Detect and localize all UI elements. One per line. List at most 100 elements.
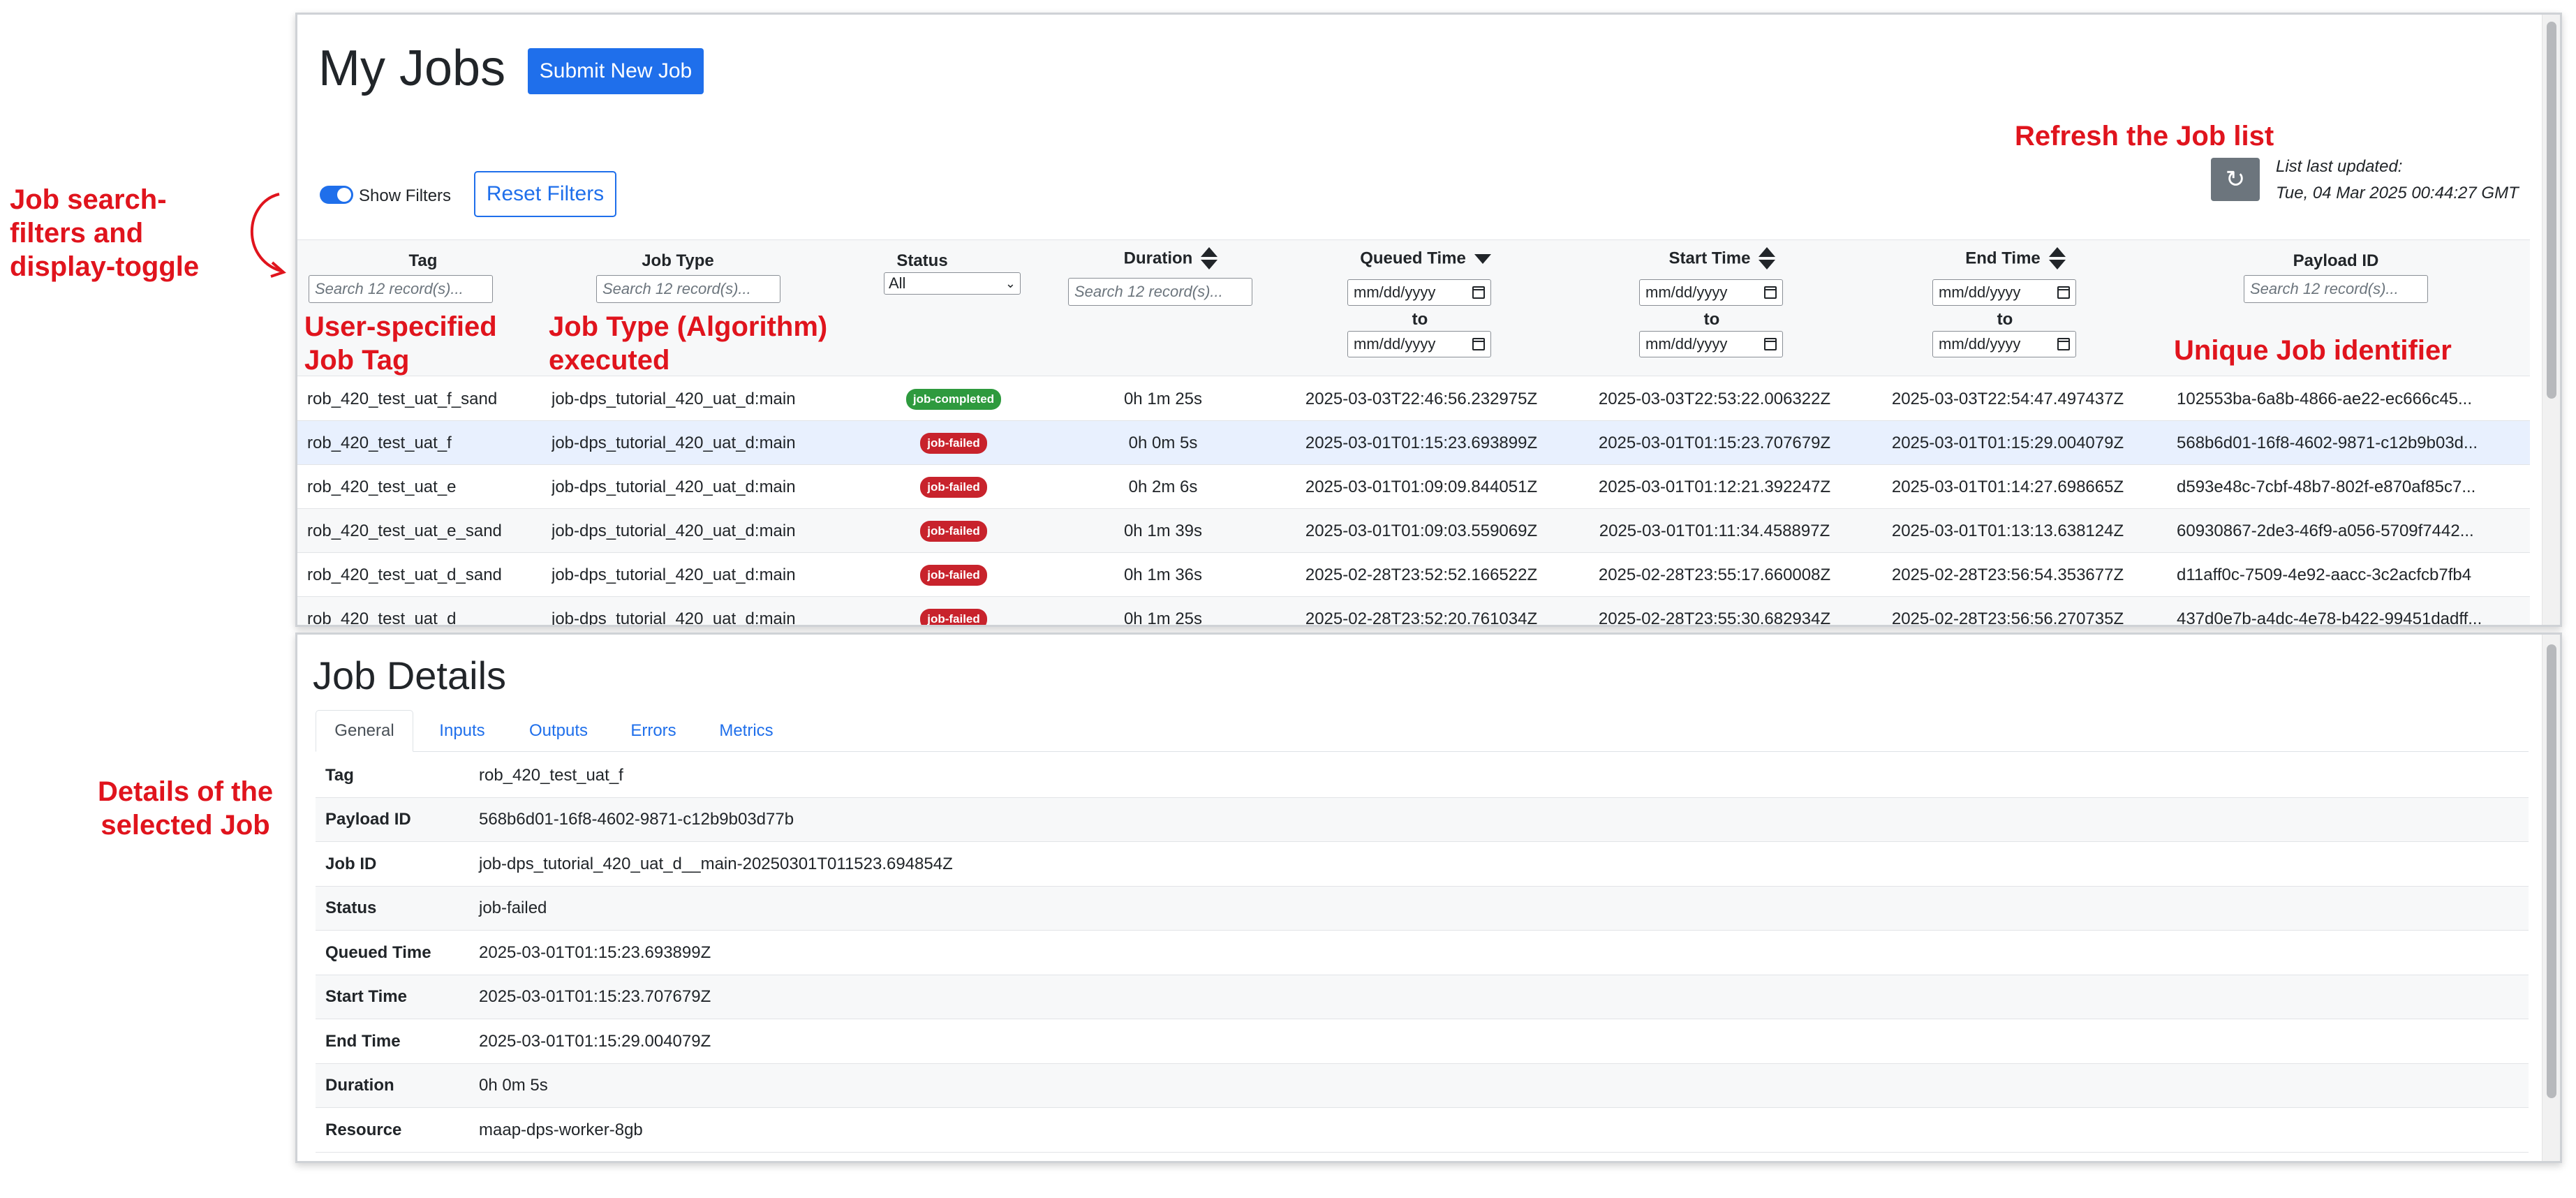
col-header-queued-label: Queued Time <box>1360 249 1466 268</box>
date-placeholder: mm/dd/yyyy <box>1645 283 1728 301</box>
row-tag: rob_420_test_uat_e <box>307 477 457 496</box>
annotation-payload: Unique Job identifier <box>2174 335 2452 366</box>
detail-value: rob_420_test_uat_f <box>479 765 623 785</box>
row-tag: rob_420_test_uat_d <box>307 609 457 627</box>
detail-row-resource: Resource maap-dps-worker-8gb <box>316 1108 2529 1153</box>
detail-value: job-dps_tutorial_420_uat_d__main-2025030… <box>479 854 953 873</box>
detail-key: Start Time <box>325 987 407 1006</box>
row-tag: rob_420_test_uat_e_sand <box>307 521 502 540</box>
curved-arrow-icon <box>250 193 286 278</box>
job-type-search-input[interactable] <box>596 275 780 303</box>
row-job-type: job-dps_tutorial_420_uat_d:main <box>552 521 796 540</box>
tab-errors[interactable]: Errors <box>612 710 695 752</box>
detail-row-job-id: Job ID job-dps_tutorial_420_uat_d__main-2… <box>316 842 2529 887</box>
date-placeholder: mm/dd/yyyy <box>1354 283 1436 301</box>
row-job-type: job-dps_tutorial_420_uat_d:main <box>552 477 796 496</box>
table-row[interactable]: rob_420_test_uat_d job-dps_tutorial_420_… <box>297 597 2530 627</box>
row-end: 2025-03-01T01:15:29.004079Z <box>1891 433 2124 452</box>
row-duration: 0h 0m 5s <box>1128 433 1198 452</box>
refresh-icon: ↻ <box>2225 166 2246 193</box>
tab-inputs[interactable]: Inputs <box>420 710 504 752</box>
details-scrollbar[interactable] <box>2542 635 2560 1161</box>
queued-from-date[interactable]: mm/dd/yyyy <box>1347 279 1491 306</box>
start-from-date[interactable]: mm/dd/yyyy <box>1639 279 1783 306</box>
date-placeholder: mm/dd/yyyy <box>1354 335 1436 353</box>
calendar-icon <box>1764 286 1777 299</box>
details-panel: Job Details General Inputs Outputs Error… <box>295 633 2562 1163</box>
chevron-down-icon: ⌄ <box>1005 276 1016 290</box>
table-row[interactable]: rob_420_test_uat_e_sand job-dps_tutorial… <box>297 509 2530 553</box>
row-end: 2025-03-01T01:13:13.638124Z <box>1891 521 2124 540</box>
calendar-icon <box>1472 286 1485 299</box>
row-payload: 437d0e7b-a4dc-4e78-b422-99451dadff... <box>2177 609 2482 627</box>
sort-icon <box>1759 247 1776 271</box>
row-tag: rob_420_test_uat_f <box>307 433 452 452</box>
col-header-payload-id: Payload ID <box>2293 251 2379 270</box>
col-header-queued-time[interactable]: Queued Time <box>1327 247 1523 271</box>
row-duration: 0h 1m 36s <box>1123 565 1203 584</box>
row-job-type: job-dps_tutorial_420_uat_d:main <box>552 565 796 584</box>
annotation-tag: User-specified Job Tag <box>304 311 497 376</box>
submit-new-job-button[interactable]: Submit New Job <box>528 48 704 94</box>
end-to-date[interactable]: mm/dd/yyyy <box>1932 331 2076 357</box>
reset-filters-button[interactable]: Reset Filters <box>474 171 616 217</box>
row-job-type: job-dps_tutorial_420_uat_d:main <box>552 433 796 452</box>
status-badge: job-failed <box>920 608 987 625</box>
filter-header: Tag Job Type Status All ⌄ Duration Queued… <box>297 239 2530 376</box>
refresh-button[interactable]: ↻ <box>2211 158 2260 201</box>
row-start: 2025-03-01T01:11:34.458897Z <box>1599 521 1830 540</box>
details-title: Job Details <box>313 653 507 697</box>
row-queued: 2025-03-01T01:09:09.844051Z <box>1305 477 1538 496</box>
col-header-end-label: End Time <box>1965 249 2041 268</box>
col-header-start-label: Start Time <box>1668 249 1751 268</box>
queued-to-label: to <box>1412 310 1428 329</box>
last-updated: List last updated: Tue, 04 Mar 2025 00:4… <box>2276 156 2519 205</box>
queued-to-date[interactable]: mm/dd/yyyy <box>1347 331 1491 357</box>
detail-value: job-failed <box>479 898 547 917</box>
tab-general[interactable]: General <box>316 710 413 752</box>
row-tag: rob_420_test_uat_d_sand <box>307 565 502 584</box>
row-queued: 2025-02-28T23:52:52.166522Z <box>1305 565 1538 584</box>
table-row[interactable]: rob_420_test_uat_f job-dps_tutorial_420_… <box>297 421 2530 465</box>
table-row[interactable]: rob_420_test_uat_d_sand job-dps_tutorial… <box>297 553 2530 597</box>
table-row[interactable]: rob_420_test_uat_e job-dps_tutorial_420_… <box>297 465 2530 509</box>
date-placeholder: mm/dd/yyyy <box>1645 335 1728 353</box>
col-header-tag: Tag <box>408 251 438 270</box>
details-table: Tag rob_420_test_uat_f Payload ID 568b6d01… <box>316 753 2529 1153</box>
detail-key: Resource <box>325 1120 402 1139</box>
col-header-duration[interactable]: Duration <box>1093 247 1247 271</box>
sort-icon <box>2048 247 2066 271</box>
status-filter-select[interactable]: All ⌄ <box>884 272 1021 295</box>
detail-row-start-time: Start Time 2025-03-01T01:15:23.707679Z <box>316 975 2529 1019</box>
col-header-start-time[interactable]: Start Time <box>1624 247 1819 271</box>
duration-search-input[interactable] <box>1068 278 1252 306</box>
col-header-end-time[interactable]: End Time <box>1917 247 2112 271</box>
row-end: 2025-02-28T23:56:54.353677Z <box>1891 565 2124 584</box>
row-payload: 102553ba-6a8b-4866-ae22-ec666c45... <box>2177 389 2473 408</box>
calendar-icon <box>1472 338 1485 350</box>
tab-metrics[interactable]: Metrics <box>701 710 792 752</box>
detail-key: Status <box>325 898 377 917</box>
row-payload: d11aff0c-7509-4e92-aacc-3c2acfcb7fb4 <box>2177 565 2472 584</box>
start-to-date[interactable]: mm/dd/yyyy <box>1639 331 1783 357</box>
jobs-scrollbar[interactable] <box>2542 15 2560 625</box>
tab-outputs[interactable]: Outputs <box>510 710 607 752</box>
sort-icon <box>1201 247 1218 271</box>
details-tabs: General Inputs Outputs Errors Metrics <box>316 710 2529 752</box>
show-filters-label: Show Filters <box>359 186 452 205</box>
table-row[interactable]: rob_420_test_uat_f_sand job-dps_tutorial… <box>297 377 2530 421</box>
end-from-date[interactable]: mm/dd/yyyy <box>1932 279 2076 306</box>
payload-search-input[interactable] <box>2244 275 2428 303</box>
date-placeholder: mm/dd/yyyy <box>1939 335 2021 353</box>
row-queued: 2025-03-01T01:15:23.693899Z <box>1305 433 1538 452</box>
row-queued: 2025-03-03T22:46:56.232975Z <box>1305 389 1538 408</box>
row-tag: rob_420_test_uat_f_sand <box>307 389 498 408</box>
annotation-details: Details of the selected Job <box>98 776 274 841</box>
status-badge: job-failed <box>920 432 987 454</box>
detail-key: Payload ID <box>325 810 411 829</box>
last-updated-label: List last updated: <box>2276 157 2403 176</box>
tag-search-input[interactable] <box>309 275 493 303</box>
annotation-refresh: Refresh the Job list <box>2015 121 2274 151</box>
detail-key: Queued Time <box>325 942 431 962</box>
show-filters-toggle[interactable] <box>320 186 353 204</box>
